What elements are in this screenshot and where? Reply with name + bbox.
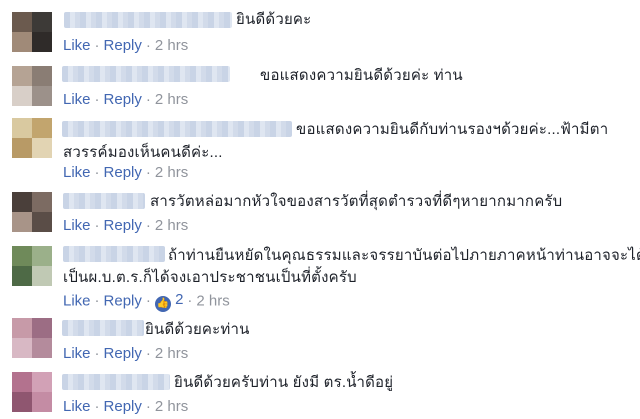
comment-actions: Like · Reply · 2 hrs <box>63 398 188 416</box>
author-name-blurred[interactable] <box>62 66 230 82</box>
separator: · <box>94 164 100 181</box>
like-link[interactable]: Like <box>63 91 91 108</box>
avatar[interactable] <box>12 318 52 358</box>
timestamp[interactable]: 2 hrs <box>196 292 229 309</box>
reply-link[interactable]: Reply <box>104 345 142 362</box>
comment-text-line-2: สวรรค์มองเห็นคนดีค่ะ... <box>63 144 223 161</box>
separator: · <box>145 217 151 234</box>
like-link[interactable]: Like <box>63 37 91 54</box>
separator: · <box>187 292 193 310</box>
comment-actions: Like · Reply · 2 hrs <box>63 164 188 182</box>
comment-actions: Like · Reply · 2 hrs <box>63 37 188 55</box>
comment-actions: Like · Reply · 2 hrs <box>63 91 188 109</box>
avatar[interactable] <box>12 372 52 412</box>
comment-actions: Like · Reply · 2 hrs <box>63 217 188 235</box>
like-link[interactable]: Like <box>63 345 91 362</box>
separator: · <box>94 292 100 310</box>
separator: · <box>94 217 100 234</box>
timestamp[interactable]: 2 hrs <box>155 37 188 54</box>
separator: · <box>145 91 151 108</box>
separator: · <box>145 398 151 415</box>
separator: · <box>145 164 151 181</box>
comment-text: ยินดีด้วยคะ <box>236 11 312 28</box>
author-name-blurred[interactable] <box>62 121 292 137</box>
comment-text: ขอแสดงความยินดีด้วยค่ะ ท่าน <box>260 67 463 84</box>
like-link[interactable]: Like <box>63 398 91 415</box>
comment-text-line-2: เป็นผ.บ.ต.ร.ก็ได้จงเอาประชาชนเป็นที่ตั้ง… <box>63 269 357 286</box>
separator: · <box>94 91 100 108</box>
separator: · <box>94 345 100 362</box>
comment-text: ถ้าท่านยืนหยัดในคุณธรรมและจรรยาบันต่อไปภ… <box>168 247 640 264</box>
reply-link[interactable]: Reply <box>104 292 142 309</box>
avatar[interactable] <box>12 118 52 158</box>
timestamp[interactable]: 2 hrs <box>155 91 188 108</box>
comment-actions: Like · Reply · 2 hrs <box>63 345 188 363</box>
author-name-blurred[interactable] <box>62 320 144 336</box>
separator: · <box>145 345 151 362</box>
separator: · <box>94 398 100 415</box>
author-name-blurred[interactable] <box>63 246 165 262</box>
like-link[interactable]: Like <box>63 217 91 234</box>
reply-link[interactable]: Reply <box>104 164 142 181</box>
avatar[interactable] <box>12 246 52 286</box>
like-link[interactable]: Like <box>63 164 91 181</box>
comment-text: สารวัตหล่อมากหัวใจของสารวัตที่สุดตำรวจที… <box>150 193 563 210</box>
comment-text: ขอแสดงความยินดีกับท่านรองฯด้วยค่ะ...ฟ้าม… <box>296 121 609 138</box>
thumbs-up-icon: 👍 <box>154 296 171 312</box>
avatar[interactable] <box>12 66 52 106</box>
author-name-blurred[interactable] <box>62 374 170 390</box>
reply-link[interactable]: Reply <box>104 91 142 108</box>
comment-actions: Like · Reply · 👍 2 · 2 hrs <box>63 291 230 312</box>
timestamp[interactable]: 2 hrs <box>155 398 188 415</box>
timestamp[interactable]: 2 hrs <box>155 217 188 234</box>
separator: · <box>94 37 100 54</box>
separator: · <box>145 292 151 310</box>
reply-link[interactable]: Reply <box>104 217 142 234</box>
reply-link[interactable]: Reply <box>104 398 142 415</box>
reactions-summary[interactable]: 👍 2 <box>154 291 183 312</box>
timestamp[interactable]: 2 hrs <box>155 164 188 181</box>
author-name-blurred[interactable] <box>63 193 145 209</box>
timestamp[interactable]: 2 hrs <box>155 345 188 362</box>
avatar[interactable] <box>12 12 52 52</box>
comment-text: ยินดีด้วยคะท่าน <box>145 321 250 338</box>
like-link[interactable]: Like <box>63 292 91 309</box>
reply-link[interactable]: Reply <box>104 37 142 54</box>
comment-text: ยินดีด้วยครับท่าน ยังมี ตร.น้ำดีอยู่ <box>174 374 394 391</box>
avatar[interactable] <box>12 192 52 232</box>
author-name-blurred[interactable] <box>64 12 232 28</box>
separator: · <box>145 37 151 54</box>
